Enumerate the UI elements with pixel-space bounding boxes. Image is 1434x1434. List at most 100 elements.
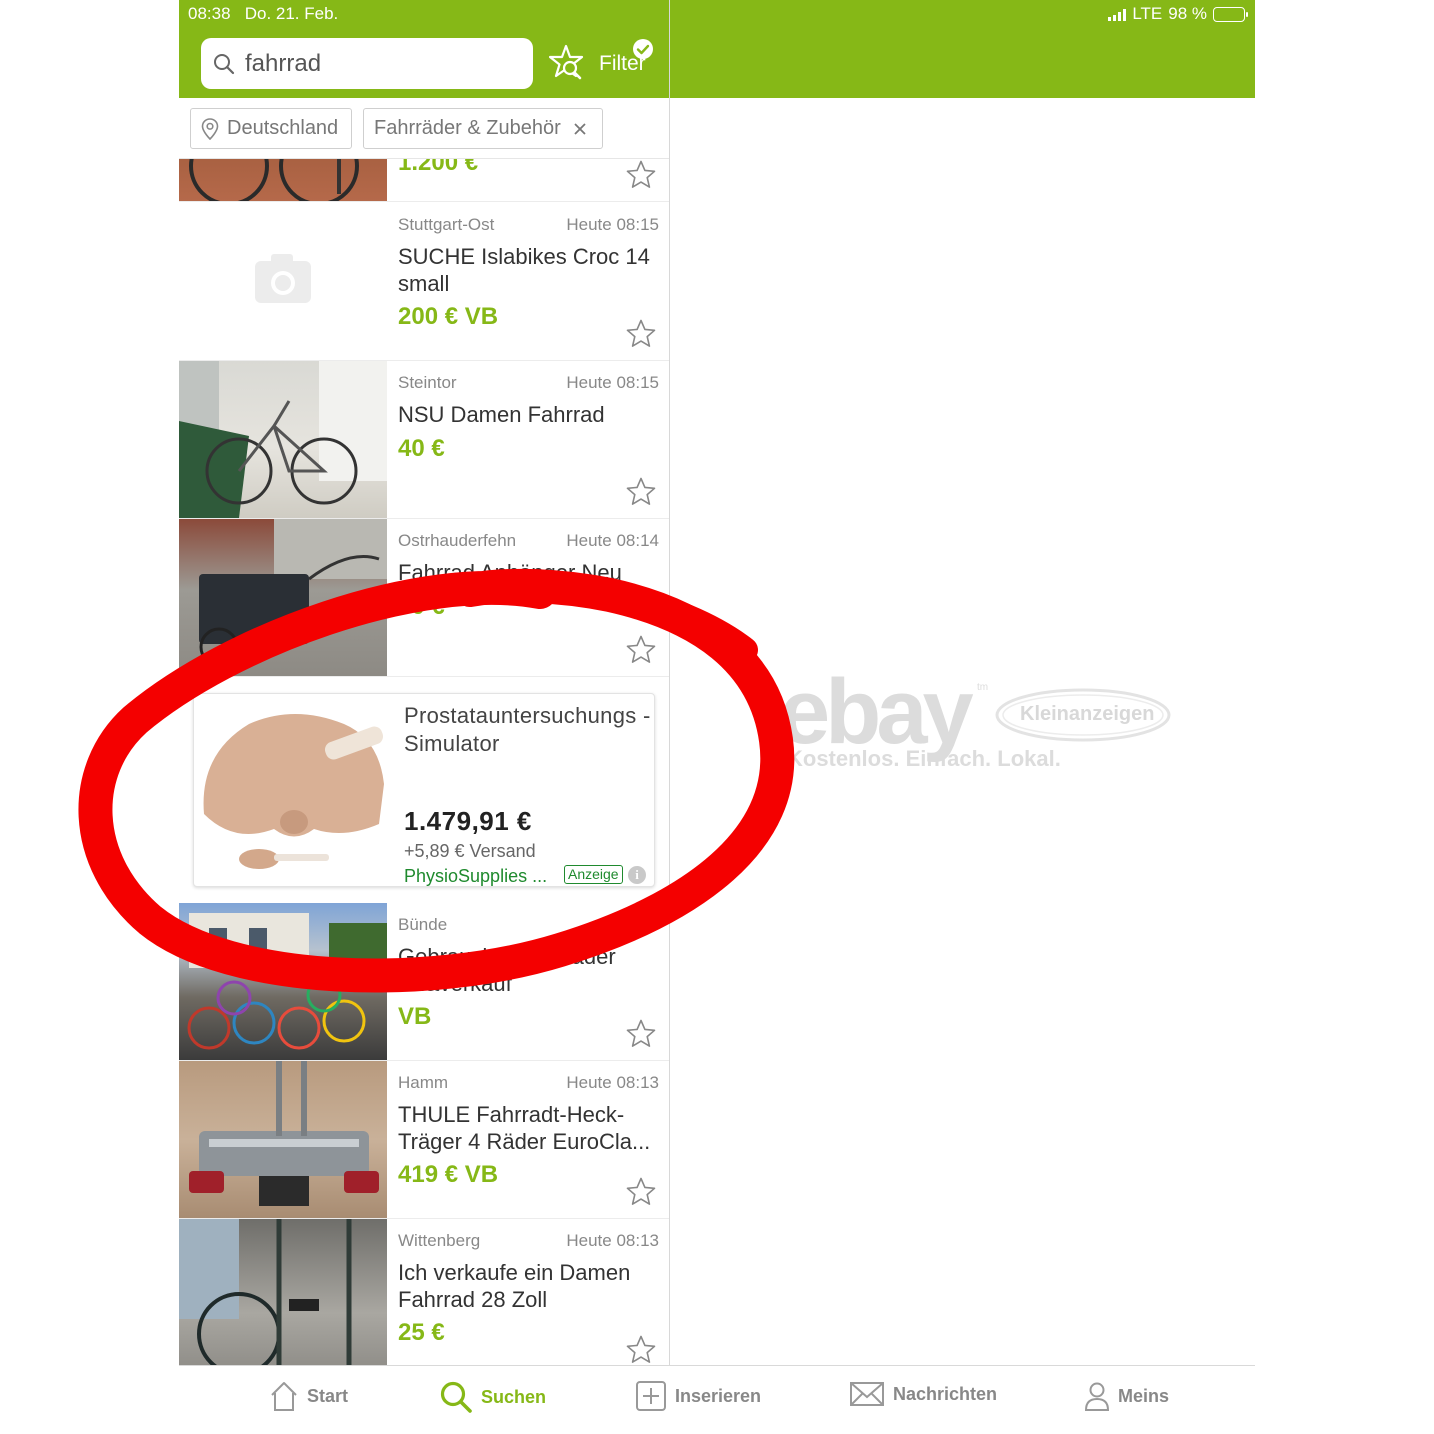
filter-chips: Deutschland Fahrräder & Zubehör — [179, 98, 669, 159]
listing-price: 200 € VB — [398, 303, 499, 330]
sponsored-ad-card[interactable]: Prostatauntersuchungs -Simulator 1.479,9… — [193, 693, 655, 887]
favorite-star-icon[interactable] — [625, 159, 657, 191]
location-chip-label: Deutschland — [227, 117, 339, 139]
info-icon[interactable]: i — [628, 866, 646, 884]
listing-title: SUCHE Islabikes Croc 14 small — [398, 244, 650, 296]
listing-time: Heute — [613, 915, 659, 934]
tab-nachrichten[interactable]: Nachrichten — [849, 1380, 997, 1408]
favorite-star-icon[interactable] — [625, 1018, 657, 1050]
listing-time: Heute 08:14 — [566, 531, 659, 550]
search-icon — [214, 53, 235, 74]
user-icon — [1084, 1382, 1110, 1411]
split-divider — [669, 0, 670, 1365]
category-chip-label: Fahrräder & Zubehör — [374, 117, 561, 139]
tab-meins-label: Meins — [1118, 1385, 1170, 1406]
save-search-icon[interactable] — [549, 44, 585, 82]
envelope-icon — [850, 1382, 884, 1406]
listing-location: Wittenberg — [398, 1231, 481, 1250]
category-chip[interactable]: Fahrräder & Zubehör — [363, 108, 603, 149]
location-chip[interactable]: Deutschland — [190, 108, 352, 149]
favorite-star-icon[interactable] — [625, 476, 657, 508]
listing-thumbnail — [179, 903, 387, 1060]
home-icon — [271, 1382, 297, 1411]
tab-suchen-label: Suchen — [481, 1386, 547, 1407]
favorite-star-icon[interactable] — [625, 634, 657, 666]
tab-inserieren-label: Inserieren — [675, 1385, 762, 1406]
listing-price: 419 € VB — [398, 1161, 499, 1188]
bottom-tab-bar: Start Suchen Inserieren Nachrichten Mein… — [179, 1365, 1255, 1434]
results-list: 1.200 € Stuttgart-Ost Heute 08:15 SUCHE … — [179, 159, 669, 1365]
listing-location: Bünde — [398, 915, 448, 934]
list-item[interactable]: Stuttgart-Ost Heute 08:15 SUCHE Islabike… — [179, 203, 669, 361]
top-bar: 08:38 Do. 21. Feb. LTE 98 % fahrrad Filt… — [179, 0, 1255, 98]
listing-price: VB — [398, 1003, 432, 1030]
camera-icon — [255, 254, 311, 303]
ad-badge: Anzeige — [564, 865, 623, 884]
trademark: tm — [977, 682, 989, 693]
tab-nachrichten-label: Nachrichten — [893, 1383, 998, 1404]
app-screen: 08:38 Do. 21. Feb. LTE 98 % fahrrad Filt… — [179, 0, 1255, 1434]
list-item[interactable]: Wittenberg Heute 08:13 Ich verkaufe ein … — [179, 1219, 669, 1365]
ad-title: Prostatauntersuchungs -Simulator — [404, 703, 651, 756]
kleinanzeigen-logo: Kleinanzeigen — [994, 687, 1172, 743]
favorite-star-icon[interactable] — [625, 1176, 657, 1208]
location-pin-icon — [201, 117, 219, 140]
tab-suchen[interactable]: Suchen — [439, 1380, 546, 1414]
listing-time: Heute 08:13 — [566, 1073, 659, 1092]
filter-active-check-icon — [633, 39, 653, 59]
plus-square-icon — [636, 1381, 666, 1411]
list-item[interactable]: 1.200 € — [179, 159, 669, 202]
listing-thumbnail — [179, 519, 387, 676]
status-left: 08:38 Do. 21. Feb. — [188, 4, 338, 24]
listing-time: Heute 08:15 — [566, 373, 659, 392]
listing-thumbnail — [179, 1219, 387, 1365]
list-item[interactable]: Hamm Heute 08:13 THULE Fahrradt-Heck-Trä… — [179, 1061, 669, 1219]
listing-time: Heute 08:13 — [566, 1231, 659, 1250]
signal-icon — [1108, 8, 1127, 21]
listing-title: NSU Damen Fahrrad — [398, 402, 605, 427]
search-query: fahrrad — [245, 49, 322, 77]
tab-meins[interactable]: Meins — [1084, 1380, 1169, 1412]
tagline: Kostenlos. Einfach. Lokal. — [787, 746, 1061, 771]
status-date: Do. 21. Feb. — [244, 4, 339, 23]
listing-location: Hamm — [398, 1073, 449, 1092]
listing-thumbnail — [179, 361, 387, 518]
brand-watermark: ebay tm Kleinanzeigen Kostenlos. Einfach… — [779, 660, 1199, 780]
listing-title: Fahrrad Anhänger Neu — [398, 560, 622, 585]
list-item[interactable]: Bünde Heute Gebrauchte Fahrräder An&verk… — [179, 903, 669, 1061]
status-time: 08:38 — [188, 4, 231, 23]
search-input[interactable]: fahrrad — [201, 38, 533, 89]
listing-price: 40 € — [398, 435, 445, 462]
listing-price: 25 € — [398, 1319, 445, 1346]
status-right: LTE 98 % — [1108, 4, 1248, 24]
listing-price: 70 € — [398, 593, 445, 620]
ad-product-image — [203, 714, 384, 869]
listing-time: Heute 08:15 — [566, 215, 659, 234]
listing-title: Gebrauchte Fahrräder An&verkauf — [398, 944, 616, 996]
tab-start-label: Start — [307, 1385, 349, 1406]
battery-icon — [1213, 6, 1248, 22]
listing-title: THULE Fahrradt-Heck-Träger 4 Räder EuroC… — [398, 1102, 651, 1154]
battery-percent: 98 % — [1168, 4, 1207, 23]
ad-seller[interactable]: PhysioSupplies ... — [404, 866, 547, 887]
tab-start[interactable]: Start — [269, 1380, 348, 1412]
list-item[interactable]: Ostrhauderfehn Heute 08:14 Fahrrad Anhän… — [179, 519, 669, 677]
listing-location: Steintor — [398, 373, 457, 392]
kleinanzeigen-text: Kleinanzeigen — [1020, 703, 1155, 725]
tab-inserieren[interactable]: Inserieren — [635, 1380, 761, 1412]
listing-price: 1.200 € — [398, 159, 479, 176]
search-icon — [440, 1381, 472, 1413]
list-item[interactable]: Steintor Heute 08:15 NSU Damen Fahrrad 4… — [179, 361, 669, 519]
listing-thumbnail — [179, 1061, 387, 1218]
listing-thumbnail — [179, 159, 387, 201]
listing-location: Stuttgart-Ost — [398, 215, 495, 234]
listing-thumbnail — [179, 203, 387, 360]
close-icon[interactable] — [573, 122, 587, 136]
favorite-star-icon[interactable] — [625, 318, 657, 350]
favorite-star-icon[interactable] — [625, 1334, 657, 1365]
listing-location: Ostrhauderfehn — [398, 531, 517, 550]
network-type: LTE — [1132, 4, 1163, 23]
ad-price: 1.479,91 € — [404, 806, 532, 836]
listing-title: Ich verkaufe ein Damen Fahrrad 28 Zoll — [398, 1260, 631, 1312]
ad-shipping: +5,89 € Versand — [404, 841, 536, 861]
